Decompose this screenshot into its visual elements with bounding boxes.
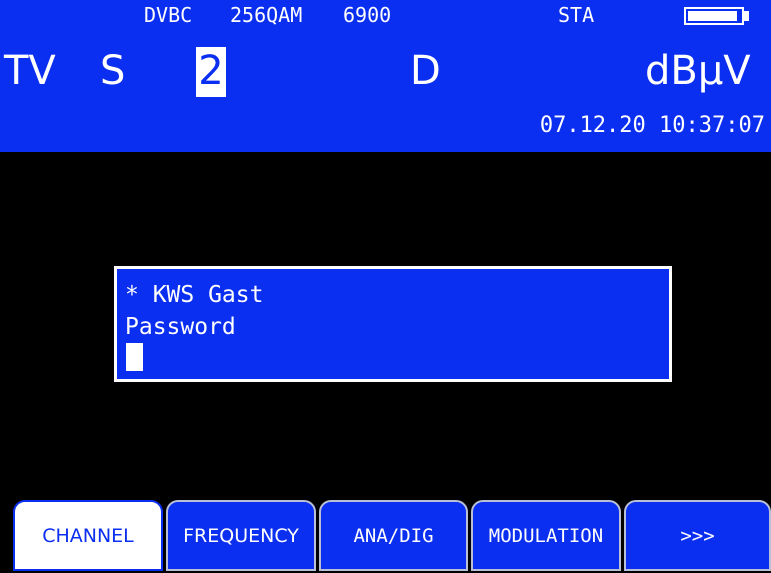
standard-label: DVBC bbox=[144, 3, 193, 27]
channel-softkey[interactable]: CHANNEL bbox=[13, 500, 163, 571]
mode-label: STA bbox=[558, 3, 595, 27]
battery-icon bbox=[684, 7, 744, 25]
symbol-rate-label: 6900 bbox=[343, 3, 392, 27]
ana-dig-softkey[interactable]: ANA/DIG bbox=[319, 500, 468, 571]
battery-tip bbox=[744, 11, 749, 21]
band-label: TV bbox=[4, 48, 56, 94]
battery-level bbox=[688, 11, 737, 21]
channel-field[interactable]: 2 bbox=[196, 47, 226, 97]
network-name: * KWS Gast bbox=[125, 282, 264, 308]
password-dialog: * KWS Gast Password bbox=[114, 266, 672, 382]
softkey-bar: CHANNEL FREQUENCY ANA/DIG MODULATION >>> bbox=[0, 500, 771, 573]
header-panel: DVBC 256QAM 6900 STA TV S 2 D dBµV 07.12… bbox=[0, 0, 771, 152]
unit-label: dBµV bbox=[645, 48, 751, 94]
frequency-softkey[interactable]: FREQUENCY bbox=[166, 500, 316, 571]
datetime-display: 07.12.20 10:37:07 bbox=[539, 113, 765, 138]
signal-label: D bbox=[410, 48, 441, 94]
more-softkey[interactable]: >>> bbox=[624, 500, 771, 571]
password-prompt: Password bbox=[125, 314, 236, 340]
modulation-label: 256QAM bbox=[230, 3, 303, 27]
modulation-softkey[interactable]: MODULATION bbox=[471, 500, 621, 571]
text-cursor bbox=[126, 343, 143, 371]
type-label: S bbox=[100, 48, 126, 94]
